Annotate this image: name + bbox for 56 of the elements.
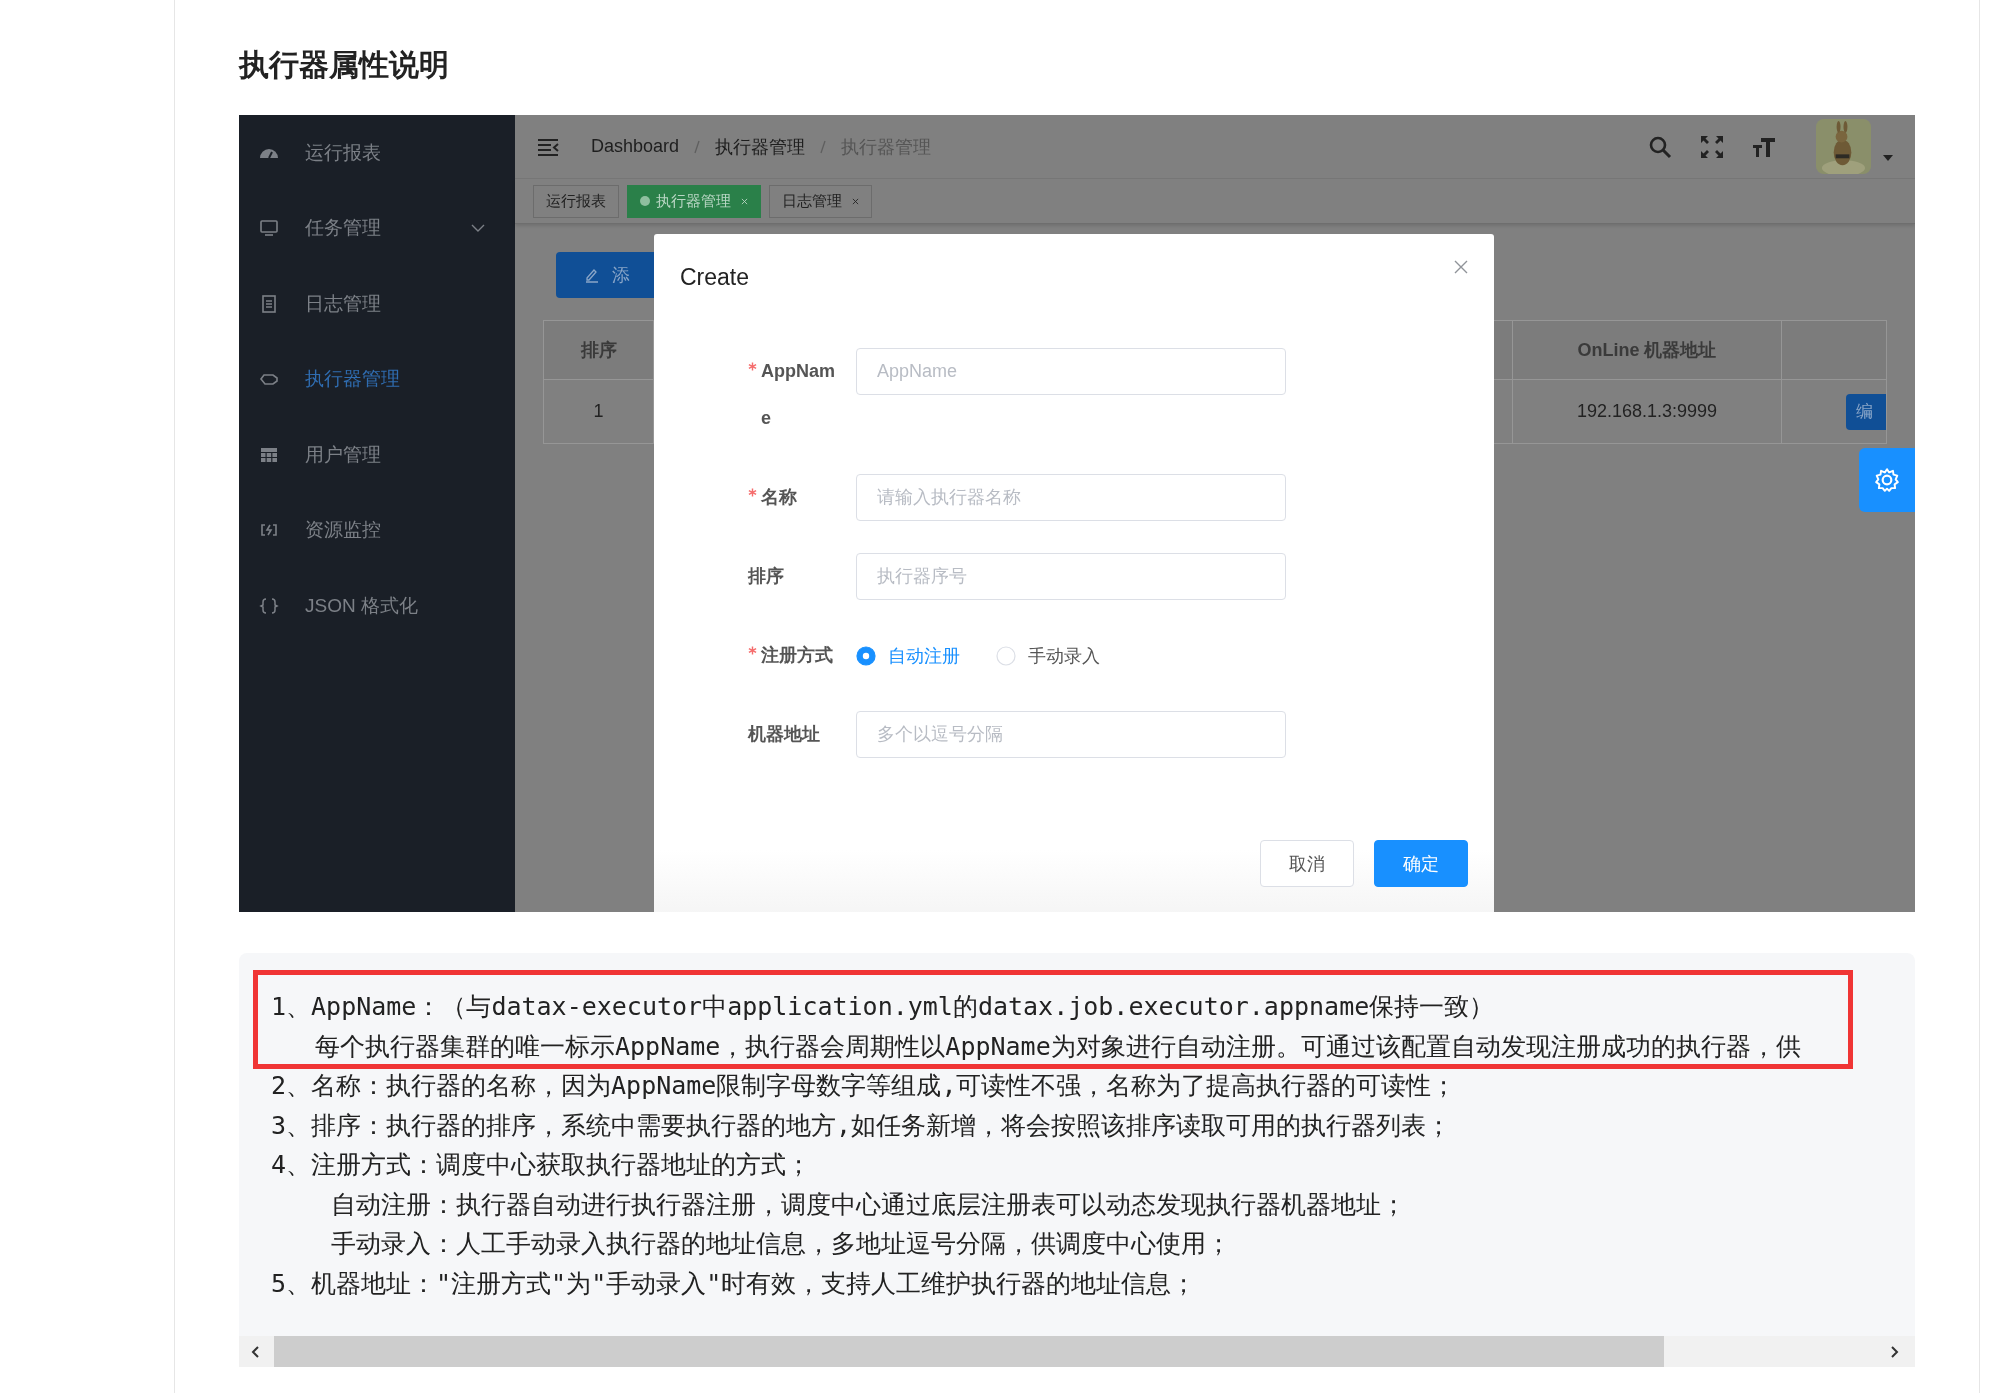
code-line: 手动录入：人工手动录入执行器的地址信息，多地址逗号分隔，供调度中心使用；: [331, 1229, 1231, 1258]
sidebar-item[interactable]: JSON 格式化: [239, 568, 515, 644]
breadcrumb-separator: [693, 138, 702, 155]
radio-option[interactable]: 自动注册: [856, 643, 960, 668]
settings-button[interactable]: [1859, 448, 1915, 512]
sidebar-item[interactable]: 用户管理: [239, 417, 515, 493]
code-line: 3、排序：执行器的排序，系统中需要执行器的地方,如任务新增，将会按照该排序读取可用的执行器列表；: [271, 1110, 1452, 1140]
chevron-icon: [471, 224, 485, 233]
scroll-left-icon[interactable]: [251, 1344, 261, 1359]
fullscreen-icon[interactable]: [1700, 134, 1724, 159]
column-header: 排序: [544, 321, 654, 380]
code-line: 5、机器地址："注册方式"为"手动录入"时有效，支持人工维护执行器的地址信息；: [271, 1268, 1197, 1298]
caret-icon[interactable]: [1883, 154, 1893, 161]
confirm-button[interactable]: 确定: [1374, 840, 1468, 887]
scrollbar-thumb[interactable]: [274, 1336, 1664, 1367]
monitor-icon: [259, 218, 279, 239]
input-field[interactable]: 执行器序号: [856, 553, 1286, 600]
field-label: 机器地址: [748, 723, 821, 746]
column-header: OnLine 机器地址: [1513, 321, 1782, 380]
active-dot-icon: [640, 196, 650, 206]
scroll-right-icon[interactable]: [1889, 1344, 1899, 1359]
close-icon[interactable]: [1454, 260, 1468, 274]
menu-icon[interactable]: [537, 137, 559, 156]
table-cell: 192.168.1.3:9999: [1513, 380, 1782, 444]
field-label: 排序: [748, 565, 785, 588]
gauge-icon: [259, 147, 279, 158]
code-line: 2、名称：执行器的名称，因为AppName限制字母数字等组成,可读性不强，名称为了提高执行器的可读性；: [271, 1071, 1457, 1100]
tab[interactable]: 运行报表: [533, 184, 619, 218]
edit-button[interactable]: 编: [1846, 393, 1886, 430]
search-icon[interactable]: [1648, 134, 1672, 159]
code-line: 每个执行器集群的唯一标示AppName，执行器会周期性以AppName为对象进行自动注册。可通过该配置自动发现注册成功的执行器，供: [315, 1031, 1801, 1061]
settings-icon: [1874, 467, 1900, 493]
pencil-icon: [584, 267, 600, 283]
braces-icon: [259, 595, 279, 616]
input-field[interactable]: AppName: [856, 348, 1286, 395]
code-line: 自动注册：执行器自动进行执行器注册，调度中心通过底层注册表可以动态发现执行器机器地址；: [331, 1189, 1406, 1219]
sidebar-item[interactable]: 运行报表: [239, 115, 515, 191]
tab[interactable]: 执行器管理: [627, 184, 761, 218]
sidebar-item[interactable]: 日志管理: [239, 266, 515, 342]
cancel-button[interactable]: 取消: [1260, 840, 1354, 887]
code-line: 4、注册方式：调度中心获取执行器地址的方式；: [271, 1150, 812, 1179]
breadcrumb-item[interactable]: Dashboard: [591, 136, 680, 157]
code-line: 1、AppName：（与datax-executor中application.yml的datax.job.executor.appname保持一致）: [271, 992, 1495, 1021]
breadcrumb-item[interactable]: 执行器管理: [715, 134, 806, 159]
input-field[interactable]: 多个以逗号分隔: [856, 711, 1286, 758]
section-title: 执行器属性说明: [239, 47, 450, 83]
sidebar-item[interactable]: 资源监控: [239, 492, 515, 568]
document-icon: [259, 293, 279, 314]
sidebar-item[interactable]: 任务管理: [239, 190, 515, 266]
tab[interactable]: 日志管理: [769, 184, 872, 218]
breadcrumb-separator: [819, 138, 828, 155]
close-icon[interactable]: [852, 197, 859, 205]
radio-option[interactable]: 手动录入: [996, 643, 1100, 668]
sidebar-item[interactable]: 执行器管理: [239, 341, 515, 417]
scrollbar[interactable]: [239, 1336, 1915, 1367]
input-field[interactable]: 请输入执行器名称: [856, 474, 1286, 521]
